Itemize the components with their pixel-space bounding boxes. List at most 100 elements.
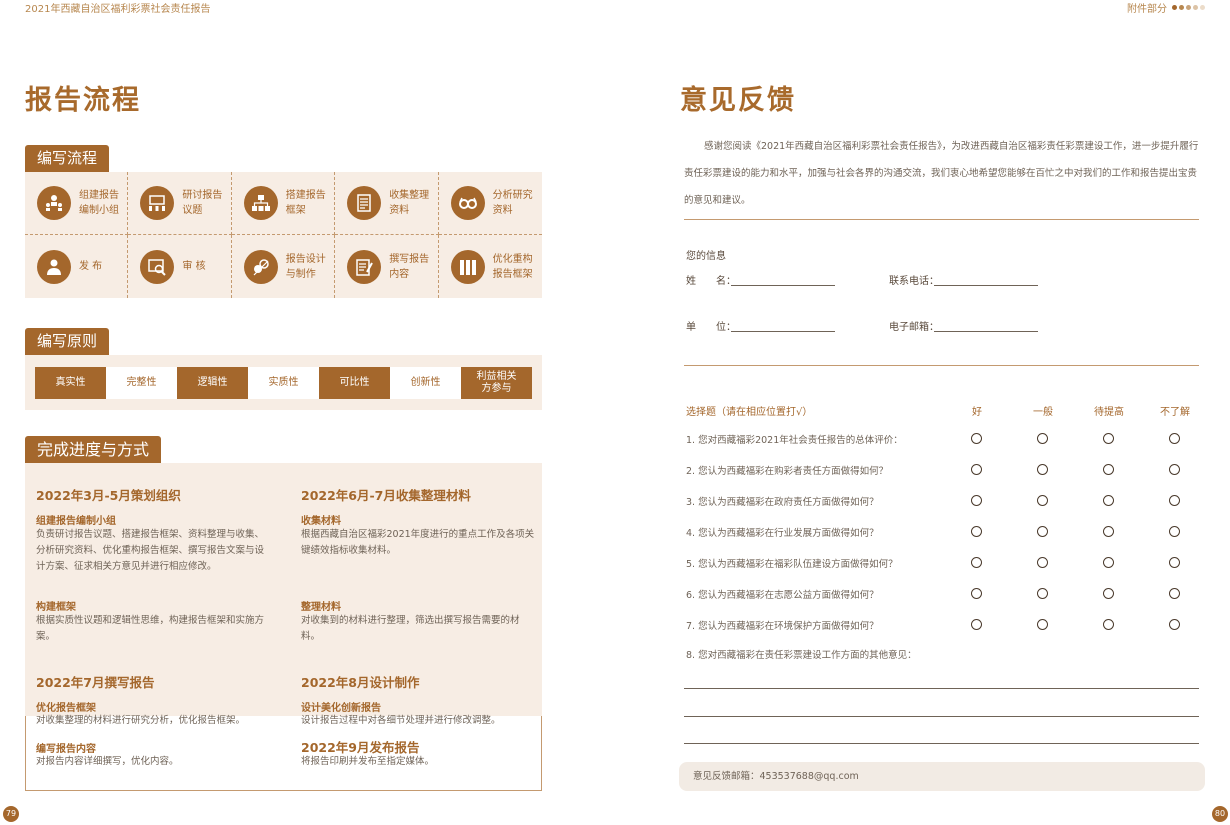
unit-label: 单 位： <box>686 322 736 333</box>
process-step: 分析研究 资料 <box>438 172 542 235</box>
process-step-label: 收集整理 资料 <box>389 190 430 216</box>
feedback-email-box: 意见反馈邮箱：453537688@qq.com <box>679 762 1205 791</box>
question-text: 3. 您认为西藏福彩在政府责任方面做得如何？ <box>686 497 879 508</box>
process-step: 研讨报告 议题 <box>128 172 232 235</box>
header-dots <box>1172 5 1205 10</box>
page-number-left: 79 <box>3 806 19 822</box>
phone-field[interactable] <box>934 274 1038 286</box>
left-running-header: 2021年西藏自治区福利彩票社会责任报告 <box>25 4 211 15</box>
rating-radio[interactable] <box>1037 433 1048 444</box>
choice-header: 好 <box>972 407 982 418</box>
rating-radio[interactable] <box>1103 433 1114 444</box>
rating-radio[interactable] <box>971 433 982 444</box>
rating-radio[interactable] <box>1037 526 1048 537</box>
glasses-icon <box>450 186 485 220</box>
progress-text-3b: 对报告内容详细撰写，优化内容。 <box>36 756 179 767</box>
question-8: 8. 您对西藏福彩在责任彩票建设工作方面的其他意见： <box>686 650 917 661</box>
progress-sub-2b: 整理材料 <box>301 602 341 613</box>
divider <box>684 365 1199 366</box>
rating-radio[interactable] <box>1037 557 1048 568</box>
rating-radio[interactable] <box>1103 464 1114 475</box>
rating-radio[interactable] <box>1103 526 1114 537</box>
process-steps-grid: 组建报告 编制小组 研讨报告 议题 搭建报告 框架 收集整理 资料 分析研究 资料发 布… <box>25 172 542 298</box>
page-title-left: 报告流程 <box>25 85 141 116</box>
name-field[interactable] <box>731 274 835 286</box>
process-step: 搭建报告 框架 <box>231 172 336 235</box>
rating-radio[interactable] <box>971 526 982 537</box>
progress-heading-2: 2022年6月-7月收集整理材料 <box>301 488 471 503</box>
section-tab-process: 编写流程 <box>25 145 110 172</box>
progress-sub-1a: 组建报告编制小组 <box>36 516 116 527</box>
hierarchy-icon <box>243 186 278 220</box>
name-label: 姓 名： <box>686 276 736 287</box>
principle-item: 完整性 <box>106 367 177 399</box>
progress-sub-3b: 编写报告内容 <box>36 744 96 755</box>
unit-field[interactable] <box>731 320 835 332</box>
rating-radio[interactable] <box>1103 619 1114 630</box>
progress-sub-3a: 优化报告框架 <box>36 703 96 714</box>
rating-radio[interactable] <box>1169 619 1180 630</box>
info-title: 您的信息 <box>686 251 726 262</box>
rating-radio[interactable] <box>971 495 982 506</box>
progress-text-4a: 设计报告过程中对各细节处理并进行修改调整。 <box>301 715 501 726</box>
process-step-label: 研讨报告 议题 <box>182 190 223 216</box>
page-title-right: 意见反馈 <box>680 85 796 116</box>
progress-heading-3: 2022年7月撰写报告 <box>36 675 155 690</box>
progress-text-1a: 负责研讨报告议题、搭建报告框架、资料整理与收集、分析研究资料、优化重构报告框架、… <box>36 529 265 572</box>
answer-line[interactable] <box>684 688 1199 689</box>
question-text: 1. 您对西藏福彩2021年社会责任报告的总体评价： <box>686 435 903 446</box>
process-step-label: 分析研究 资料 <box>492 190 533 216</box>
rating-radio[interactable] <box>1103 557 1114 568</box>
principle-item: 利益相关 方参与 <box>461 367 532 399</box>
process-step: 发 布 <box>25 235 129 298</box>
question-text: 5. 您认为西藏福彩在福彩队伍建设方面做得如何？ <box>686 559 898 570</box>
progress-sub-1b: 构建框架 <box>36 602 76 613</box>
rating-radio[interactable] <box>1037 464 1048 475</box>
answer-line[interactable] <box>684 716 1199 717</box>
rating-radio[interactable] <box>1169 588 1180 599</box>
header-label: 附件部分 <box>1127 4 1167 15</box>
rating-radio[interactable] <box>971 557 982 568</box>
rating-radio[interactable] <box>1037 495 1048 506</box>
answer-line[interactable] <box>684 743 1199 744</box>
binders-icon <box>450 249 485 284</box>
email-label: 电子邮箱： <box>889 322 939 333</box>
email-field[interactable] <box>934 320 1038 332</box>
phone-label: 联系电话： <box>889 276 939 287</box>
rating-radio[interactable] <box>1169 526 1180 537</box>
question-text: 7. 您认为西藏福彩在环境保护方面做得如何？ <box>686 621 879 632</box>
process-step-label: 审 核 <box>182 261 206 272</box>
rating-radio[interactable] <box>1169 557 1180 568</box>
process-step: 报告设计 与制作 <box>232 235 336 298</box>
process-step: 收集整理 资料 <box>335 172 439 235</box>
process-step-label: 撰写报告 内容 <box>389 253 430 280</box>
progress-text-2b: 对收集到的材料进行整理，筛选出撰写报告需要的材料。 <box>301 615 520 642</box>
rating-radio[interactable] <box>1037 588 1048 599</box>
rating-radio[interactable] <box>1103 495 1114 506</box>
process-step: 组建报告 编制小组 <box>25 172 129 235</box>
rating-radio[interactable] <box>971 464 982 475</box>
choice-header: 不了解 <box>1160 407 1190 418</box>
progress-heading-4: 2022年8月设计制作 <box>301 675 420 690</box>
writing-icon <box>347 249 382 284</box>
rating-radio[interactable] <box>971 619 982 630</box>
rating-radio[interactable] <box>971 588 982 599</box>
intro-paragraph: 感谢您阅读《2021年西藏自治区福利彩票社会责任报告》，为改进西藏自治区福彩责任… <box>684 141 1199 206</box>
documents-icon <box>347 186 382 220</box>
principle-item: 创新性 <box>390 367 461 399</box>
rating-radio[interactable] <box>1169 495 1180 506</box>
rating-radio[interactable] <box>1169 433 1180 444</box>
progress-heading-1: 2022年3月-5月策划组织 <box>36 488 181 503</box>
question-text: 4. 您认为西藏福彩在行业发展方面做得如何？ <box>686 528 879 539</box>
rating-radio[interactable] <box>1037 619 1048 630</box>
right-running-header: 附件部分 <box>1127 0 1205 15</box>
design-icon <box>243 249 278 284</box>
choice-title: 选择题（请在相应位置打√） <box>686 407 813 418</box>
principle-item: 可比性 <box>319 367 390 399</box>
process-step-label: 发 布 <box>79 261 103 272</box>
section-tab-principles: 编写原则 <box>25 328 110 355</box>
rating-radio[interactable] <box>1169 464 1180 475</box>
rating-radio[interactable] <box>1103 588 1114 599</box>
review-icon <box>140 249 175 284</box>
process-step-label: 优化重构 报告框架 <box>492 253 533 280</box>
